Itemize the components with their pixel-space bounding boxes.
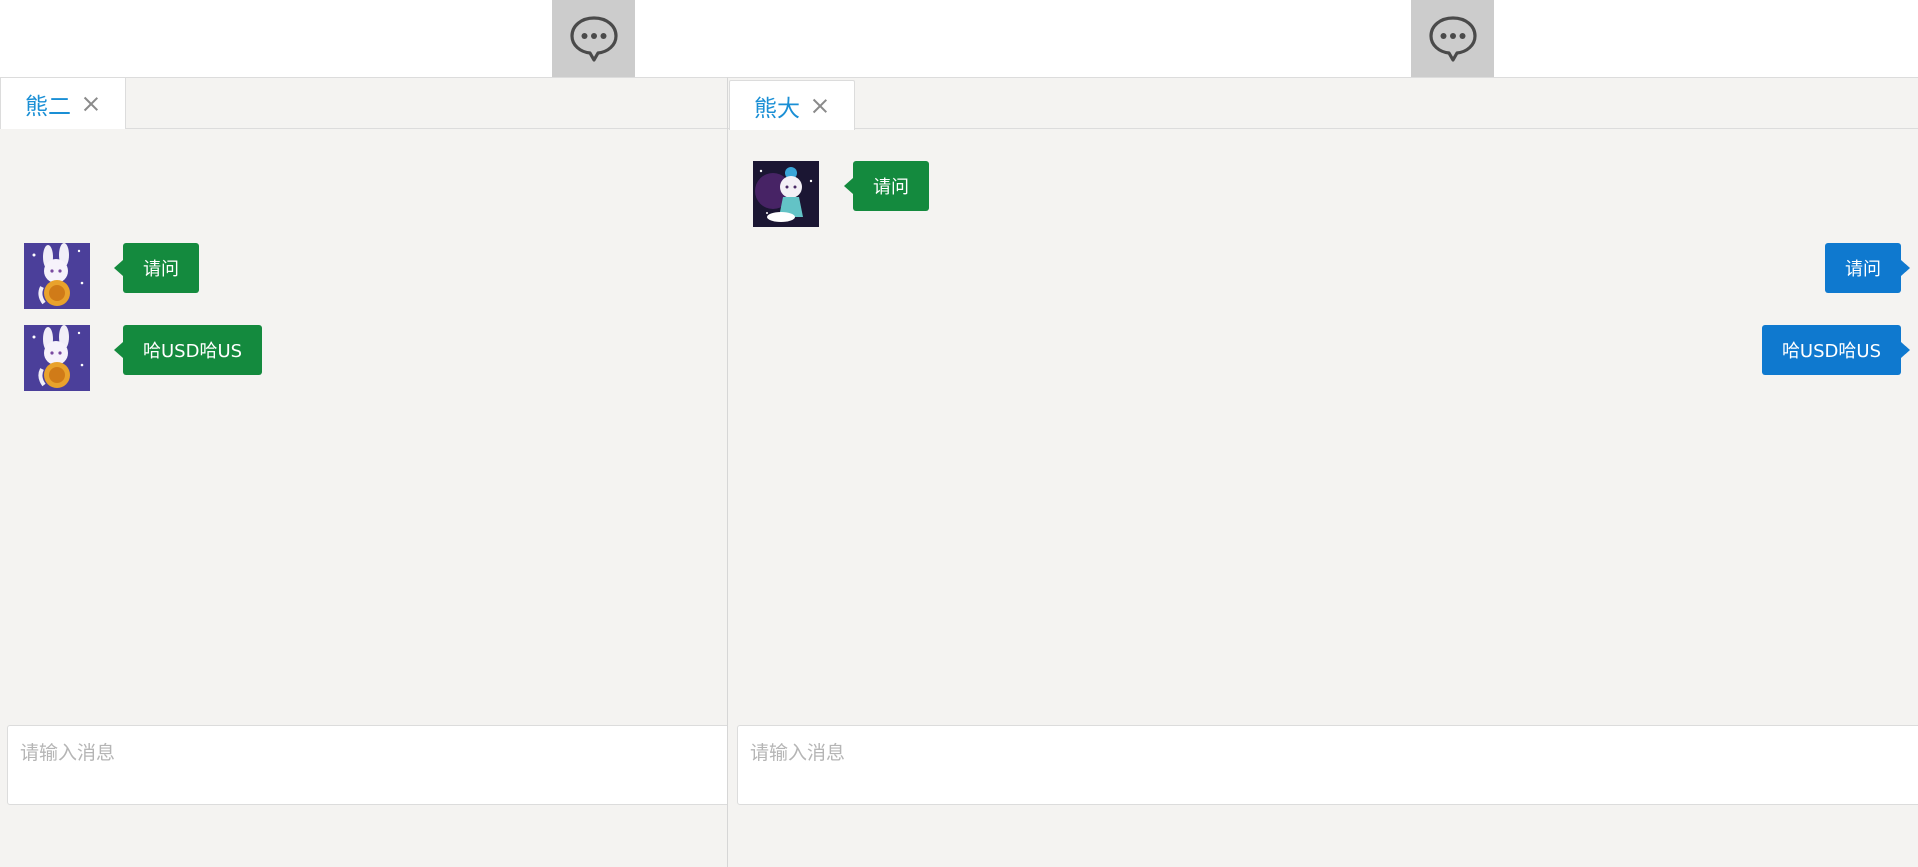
message-bubble-outgoing: 哈USD哈US: [1761, 325, 1911, 375]
speech-bubble-ellipsis-icon: [1428, 15, 1477, 62]
tab-label: 熊大: [754, 95, 800, 122]
tab-label: 熊二: [25, 93, 71, 120]
message-input[interactable]: [7, 725, 737, 805]
speech-bubble-ellipsis-icon: [569, 15, 618, 62]
chat-toggle-button-left[interactable]: [552, 0, 635, 77]
chat-window-right: 熊大 请问 请问 哈USD哈US: [727, 77, 1918, 867]
bunny-avatar-image: [24, 325, 90, 391]
tab-chat-xiong-da[interactable]: 熊大: [729, 80, 855, 130]
close-icon[interactable]: [812, 98, 828, 114]
tab-bar: 熊大: [728, 78, 1918, 130]
message-bubble-incoming: 请问: [844, 161, 929, 211]
chat-window-left: 熊二 请问 哈USD哈US 请输入消息: [0, 77, 737, 867]
tab-chat-xiong-er[interactable]: 熊二: [0, 78, 126, 129]
message-bubble-incoming: 哈USD哈US: [113, 325, 263, 375]
avatar: [24, 243, 90, 309]
tab-bar: 熊二: [0, 78, 728, 129]
avatar: [24, 325, 90, 391]
message-bubble-outgoing: 请问: [1825, 243, 1910, 293]
close-icon[interactable]: [83, 96, 99, 112]
message-input[interactable]: [737, 725, 1918, 805]
message-bubble-incoming: 请问: [114, 243, 199, 293]
bunny-avatar-image: [24, 243, 90, 309]
chat-toggle-button-right[interactable]: [1411, 0, 1494, 77]
fairy-avatar-image: [753, 161, 819, 227]
avatar: [753, 161, 819, 227]
